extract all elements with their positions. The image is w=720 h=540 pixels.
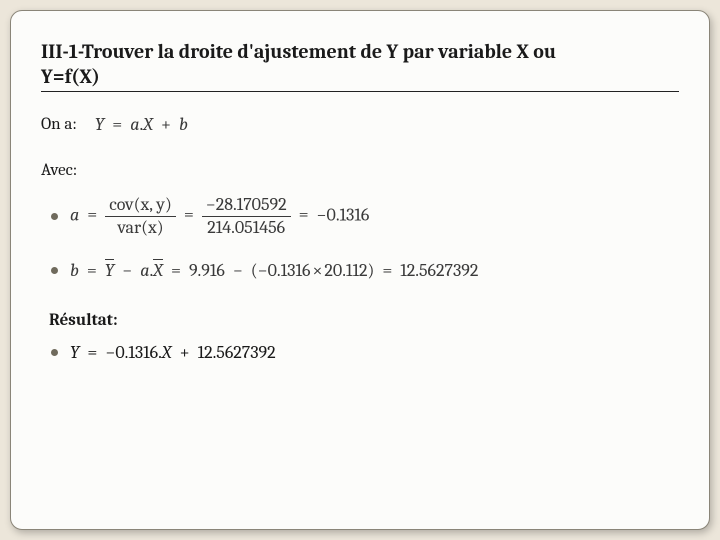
eq-b-lhs: b: [70, 260, 79, 281]
eq-a-var-args: (x): [141, 217, 163, 238]
eq-b-minus2: −: [229, 260, 247, 281]
eq-r-intercept: 12.5627392: [198, 342, 276, 363]
eq-b-xbar-val: 20.112: [324, 260, 367, 281]
eq-r-plus: +: [176, 342, 194, 363]
eq-b-close: ): [367, 260, 374, 281]
eq-line-model: Y = a.X + b: [95, 114, 188, 135]
eq-b-open: (: [251, 260, 258, 281]
eq-a-eq3: =: [295, 204, 313, 225]
slide-frame: III-1-Trouver la droite d'ajustement de …: [10, 10, 710, 530]
eq-r-X: X: [162, 342, 172, 363]
row-eq-a: a = cov(x, y) var(x) = −28.170592 214.05…: [41, 194, 679, 238]
eq-b: b: [179, 114, 188, 135]
eq-b-times: ×: [310, 260, 324, 281]
eq-result-full: Y = −0.1316.X + 12.5627392: [70, 342, 276, 363]
eq-b-minus: −: [118, 260, 136, 281]
label-resultat: Résultat:: [49, 311, 679, 330]
eq-a-frac1: cov(x, y) var(x): [105, 194, 176, 238]
slide-title: III-1-Trouver la droite d'ajustement de …: [41, 39, 679, 89]
eq-a-frac2: −28.170592 214.051456: [202, 194, 291, 238]
eq-b-full: b = Y − a.X = 9.916 − (−0.1316×20.112) =…: [70, 260, 478, 281]
eq-a-cov-args: (x, y): [134, 194, 172, 215]
eq-a-lhs: a: [70, 204, 79, 225]
eq-a-eq2: =: [180, 204, 198, 225]
eq-Y: Y: [95, 114, 104, 135]
row-eq-b: b = Y − a.X = 9.916 − (−0.1316×20.112) =…: [41, 260, 679, 281]
eq-a-var: var: [117, 217, 141, 238]
eq-a: a: [130, 114, 139, 135]
eq-a-cov: cov: [109, 194, 133, 215]
eq-X: X: [143, 114, 153, 135]
eq-r-eq: =: [83, 342, 101, 363]
bullet-icon: [51, 349, 58, 356]
title-underline: [41, 91, 679, 92]
eq-a-frac2-num: −28.170592: [202, 194, 291, 217]
eq-b-Ybar: Y: [105, 260, 114, 281]
label-on-a: On a:: [41, 115, 77, 134]
title-line-2: Y=f(X): [41, 65, 100, 88]
eq-r-coef: −0.1316: [105, 342, 158, 363]
eq-r-Y: Y: [70, 342, 79, 363]
eq-a-rhs: −0.1316: [317, 204, 370, 225]
x-bar-icon: X: [153, 260, 163, 281]
eq-plus: +: [157, 114, 175, 135]
slide-outer: III-1-Trouver la droite d'ajustement de …: [0, 0, 720, 540]
on-a-row: On a: Y = a.X + b: [41, 114, 679, 135]
eq-a-eq1: =: [83, 204, 101, 225]
eq-b-eq1: =: [83, 260, 101, 281]
eq-b-eq3: =: [378, 260, 396, 281]
bullet-icon: [51, 213, 58, 220]
y-bar-icon: Y: [105, 260, 114, 281]
eq-eq: =: [108, 114, 126, 135]
eq-b-eq2: =: [167, 260, 185, 281]
title-line-1: III-1-Trouver la droite d'ajustement de …: [41, 40, 556, 63]
bullet-icon: [51, 267, 58, 274]
row-eq-result: Y = −0.1316.X + 12.5627392: [41, 342, 679, 363]
eq-a-frac2-den: 214.051456: [202, 217, 291, 239]
eq-b-rhs: 12.5627392: [400, 260, 478, 281]
label-avec: Avec:: [41, 161, 77, 180]
eq-b-Xbar: X: [153, 260, 163, 281]
eq-b-neg-a: −0.1316: [258, 260, 311, 281]
eq-a-full: a = cov(x, y) var(x) = −28.170592 214.05…: [70, 194, 369, 238]
eq-b-ybar-val: 9.916: [189, 260, 225, 281]
